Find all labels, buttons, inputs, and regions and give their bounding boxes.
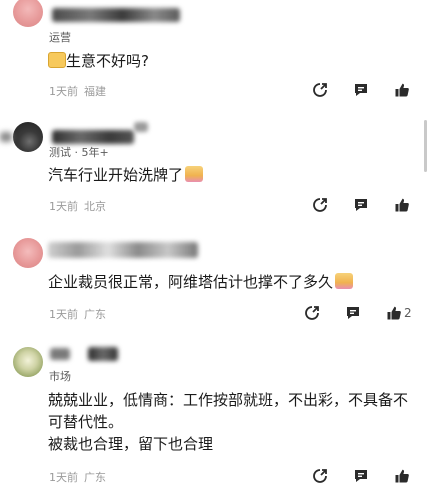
avatar[interactable] (13, 0, 43, 27)
user-tag: 测试 · 5年+ (49, 146, 109, 159)
avatar[interactable] (13, 122, 43, 152)
comment-footer: 1天前 广东 (49, 469, 106, 485)
comment-item: 企业裁员很正常，阿维塔估计也撑不了多久 1天前 广东 2 (0, 220, 428, 338)
comment-location: 福建 (84, 85, 106, 98)
comment-text: 兢兢业业，低情商：工作按部就班，不出彩，不具备不可替代性。 被裁也合理，留下也合… (48, 389, 410, 455)
emoji-sticker-icon (335, 273, 354, 289)
user-name-redacted[interactable] (52, 130, 134, 144)
avatar[interactable] (13, 238, 43, 268)
like-count: 2 (404, 306, 412, 320)
scrollbar[interactable] (424, 120, 427, 172)
comment-text-line: 兢兢业业，低情商：工作按部就班，不出彩，不具备不可替代性。 (48, 391, 409, 431)
comment-footer: 1天前 北京 (49, 198, 106, 214)
comment-time: 1天前 (49, 85, 78, 98)
comment-text: 生意不好吗? (48, 50, 410, 72)
comment-icon[interactable] (352, 82, 370, 98)
comment-text: 企业裁员很正常，阿维塔估计也撑不了多久 (48, 271, 410, 293)
user-tag: 运营 (49, 31, 71, 44)
comment-text-line: 被裁也合理，留下也合理 (48, 435, 214, 453)
user-name-redacted[interactable] (88, 347, 118, 361)
user-name-redacted[interactable] (48, 242, 198, 258)
comment-item: 运营 生意不好吗? 1天前 福建 (0, 0, 428, 110)
share-icon[interactable] (311, 82, 329, 98)
comment-footer: 1天前 福建 (49, 83, 106, 99)
comment-icon[interactable] (352, 468, 370, 484)
comment-location: 广东 (84, 471, 106, 484)
avatar[interactable] (13, 347, 43, 377)
user-name-redacted[interactable] (50, 348, 70, 360)
comment-time: 1天前 (49, 200, 78, 213)
thumbs-up-icon[interactable] (393, 197, 411, 213)
comment-time: 1天前 (49, 308, 78, 321)
emoji-sticker-icon (48, 52, 66, 68)
thumbs-up-icon[interactable] (393, 82, 411, 98)
emoji-sticker-icon (185, 166, 204, 182)
share-icon[interactable] (311, 197, 329, 213)
thumbs-up-icon[interactable] (385, 305, 403, 321)
thumbs-up-icon[interactable] (393, 468, 411, 484)
user-name-redacted[interactable] (0, 132, 12, 142)
share-icon[interactable] (311, 468, 329, 484)
comment-location: 广东 (84, 308, 106, 321)
user-name-redacted[interactable] (52, 8, 180, 22)
comment-item: 市场 兢兢业业，低情商：工作按部就班，不出彩，不具备不可替代性。 被裁也合理，留… (0, 338, 428, 489)
comment-location: 北京 (84, 200, 106, 213)
user-name-redacted[interactable] (134, 122, 148, 132)
comment-icon[interactable] (344, 305, 362, 321)
comment-item: 测试 · 5年+ 汽车行业开始洗牌了 1天前 北京 (0, 110, 428, 220)
comment-footer: 1天前 广东 (49, 306, 106, 322)
comment-time: 1天前 (49, 471, 78, 484)
comment-icon[interactable] (352, 197, 370, 213)
share-icon[interactable] (303, 305, 321, 321)
comment-text: 汽车行业开始洗牌了 (48, 164, 410, 186)
user-tag: 市场 (49, 370, 71, 383)
